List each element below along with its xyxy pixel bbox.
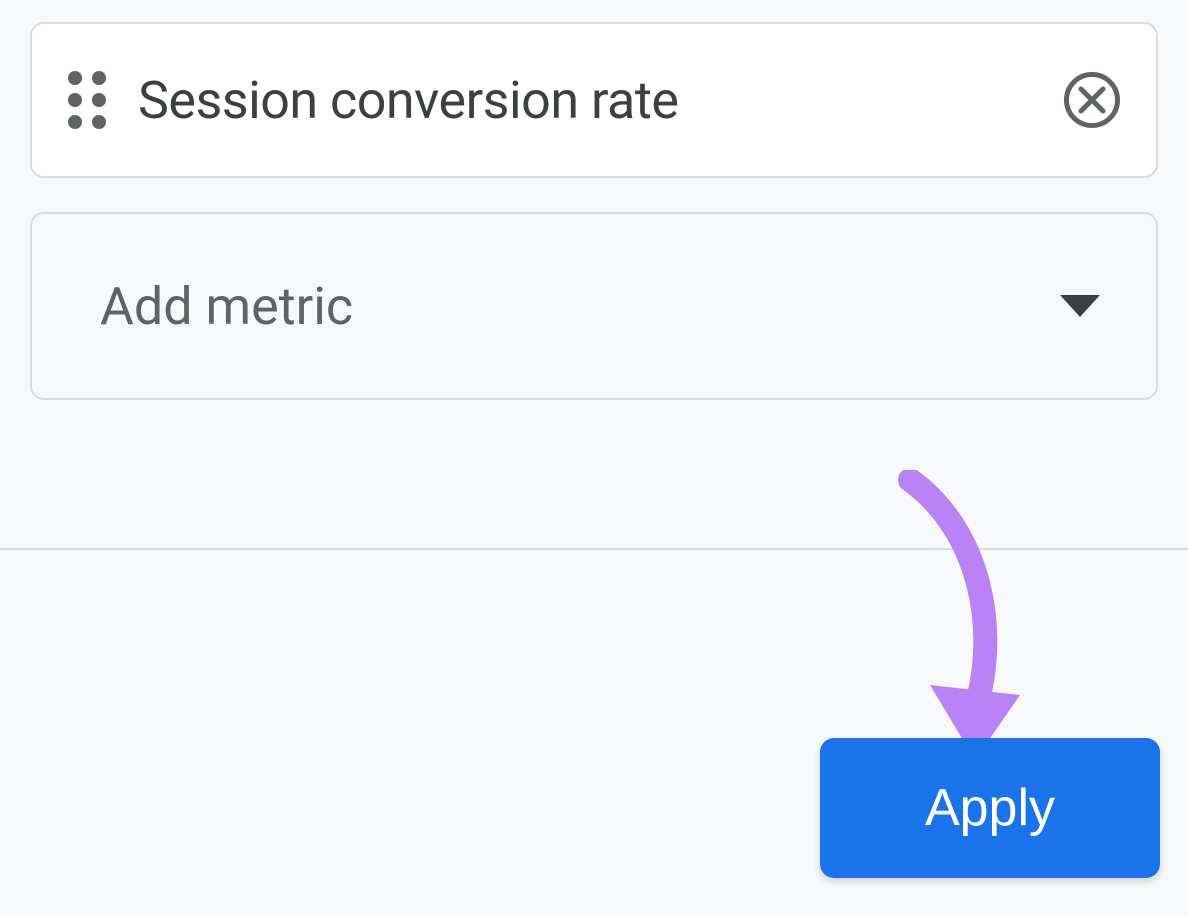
drag-handle-icon[interactable] [68, 71, 106, 129]
metric-chip[interactable]: Session conversion rate [30, 22, 1158, 178]
close-icon [1077, 85, 1107, 115]
divider [0, 548, 1188, 550]
remove-metric-button[interactable] [1064, 72, 1120, 128]
metrics-panel: Session conversion rate Add metric [0, 0, 1188, 400]
metric-label: Session conversion rate [138, 70, 1032, 131]
chevron-down-icon [1060, 295, 1100, 317]
arrow-annotation-icon [860, 470, 1060, 770]
add-metric-dropdown[interactable]: Add metric [30, 212, 1158, 400]
add-metric-label: Add metric [100, 276, 1060, 337]
apply-button[interactable]: Apply [820, 738, 1160, 878]
